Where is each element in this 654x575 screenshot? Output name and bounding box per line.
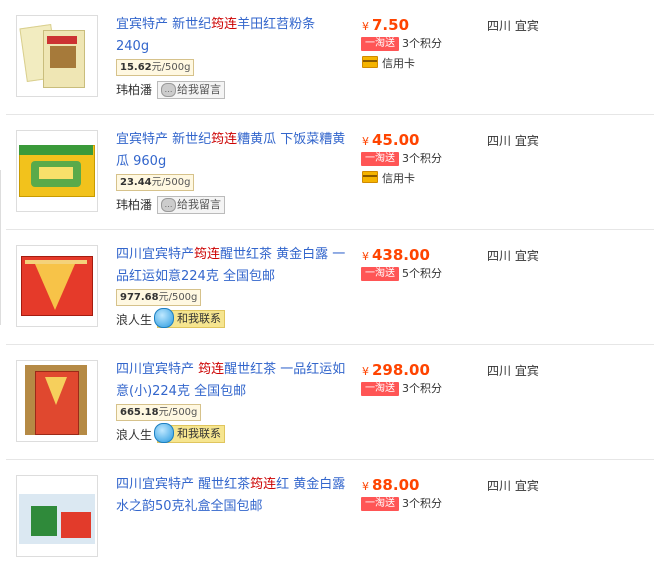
credit-card-icon (362, 171, 378, 183)
promo: 一淘送 3个积分 (361, 152, 442, 166)
location: 四川 宜宾 (487, 364, 539, 378)
seller-name[interactable]: 浪人生 (116, 427, 152, 443)
location: 四川 宜宾 (487, 479, 539, 493)
leave-message-button[interactable]: … 给我留言 (157, 196, 225, 214)
product-image[interactable] (16, 15, 98, 97)
button-label: 和我联系 (177, 312, 221, 325)
product-title[interactable]: 四川宜宾特产 筠连醒世红茶 一品红运如意(小)224克 全国包邮 (116, 359, 348, 403)
unit-price-badge: 665.18元/500g (116, 404, 202, 421)
list-item: 宜宾特产 新世纪筠连羊田红苕粉条 240g 15.62元/500g 玮柏潘 … … (0, 0, 654, 115)
title-text: 四川宜宾特产 (116, 362, 199, 377)
promo-tag[interactable]: 一淘送 (361, 497, 399, 511)
promo-tag[interactable]: 一淘送 (361, 152, 399, 166)
location: 四川 宜宾 (487, 134, 539, 148)
wangwang-icon (154, 308, 174, 328)
list-item: 四川宜宾特产筠连醒世红茶 黄金白露 一品红运如意224克 全国包邮 977.68… (0, 230, 654, 345)
product-title-link[interactable]: 四川宜宾特产 醒世红茶筠连红 黄金白露 水之韵50克礼盒全国包邮 (116, 477, 345, 514)
product-title[interactable]: 四川宜宾特产筠连醒世红茶 黄金白露 一品红运如意224克 全国包邮 (116, 244, 348, 288)
price: ¥438.00 (362, 246, 430, 264)
keyword-highlight: 筠连 (250, 477, 277, 492)
points-text: 3个积分 (402, 37, 442, 50)
promo-tag[interactable]: 一淘送 (361, 37, 399, 51)
points-text: 5个积分 (402, 267, 442, 280)
contact-me-button[interactable]: 和我联系 (154, 308, 225, 328)
product-image[interactable] (16, 360, 98, 442)
product-title-link[interactable]: 宜宾特产 新世纪筠连糟黄瓜 下饭菜糟黄瓜 960g (116, 132, 345, 169)
contact-me-button[interactable]: 和我联系 (154, 423, 225, 443)
price: ¥45.00 (362, 131, 420, 149)
seller-name[interactable]: 玮柏潘 (116, 197, 152, 213)
points-text: 3个积分 (402, 152, 442, 165)
leave-message-button[interactable]: … 给我留言 (157, 81, 225, 99)
product-title[interactable]: 四川宜宾特产 醒世红茶筠连红 黄金白露 水之韵50克礼盒全国包邮 (116, 474, 348, 518)
location: 四川 宜宾 (487, 249, 539, 263)
title-text: 宜宾特产 新世纪 (116, 17, 212, 32)
seller-name[interactable]: 玮柏潘 (116, 82, 152, 98)
promo: 一淘送 3个积分 (361, 37, 442, 51)
keyword-highlight: 筠连 (211, 132, 238, 147)
seller-name[interactable]: 浪人生 (116, 312, 152, 328)
credit-card-payment: 信用卡 (362, 56, 415, 71)
title-text: 四川宜宾特产 (116, 247, 195, 262)
price: ¥88.00 (362, 476, 420, 494)
unit-price-badge: 23.44元/500g (116, 174, 195, 191)
product-title-link[interactable]: 四川宜宾特产筠连醒世红茶 黄金白露 一品红运如意224克 全国包邮 (116, 247, 345, 284)
product-title-link[interactable]: 四川宜宾特产 筠连醒世红茶 一品红运如意(小)224克 全国包邮 (116, 362, 345, 399)
keyword-highlight: 筠连 (211, 17, 238, 32)
price: ¥7.50 (362, 16, 410, 34)
points-text: 3个积分 (402, 382, 442, 395)
wangwang-icon (154, 423, 174, 443)
product-image[interactable] (16, 245, 98, 327)
location: 四川 宜宾 (487, 19, 539, 33)
credit-card-icon (362, 56, 378, 68)
product-title[interactable]: 宜宾特产 新世纪筠连羊田红苕粉条 240g (116, 14, 348, 58)
list-item: 四川宜宾特产 醒世红茶筠连红 黄金白露 水之韵50克礼盒全国包邮 ¥88.00 … (0, 460, 654, 575)
promo: 一淘送 5个积分 (361, 267, 442, 281)
button-label: 给我留言 (177, 83, 221, 96)
unit-price-badge: 977.68元/500g (116, 289, 202, 306)
product-image[interactable] (16, 130, 98, 212)
button-label: 给我留言 (177, 198, 221, 211)
credit-card-payment: 信用卡 (362, 171, 415, 186)
unit-price-badge: 15.62元/500g (116, 59, 195, 76)
title-text: 宜宾特产 新世纪 (116, 132, 212, 147)
button-label: 和我联系 (177, 427, 221, 440)
title-text: 四川宜宾特产 醒世红茶 (116, 477, 251, 492)
keyword-highlight: 筠连 (198, 362, 225, 377)
product-title[interactable]: 宜宾特产 新世纪筠连糟黄瓜 下饭菜糟黄瓜 960g (116, 129, 348, 173)
list-item: 宜宾特产 新世纪筠连糟黄瓜 下饭菜糟黄瓜 960g 23.44元/500g 玮柏… (0, 115, 654, 230)
speech-bubble-icon: … (161, 198, 176, 212)
list-item: 四川宜宾特产 筠连醒世红茶 一品红运如意(小)224克 全国包邮 665.18元… (0, 345, 654, 460)
price: ¥298.00 (362, 361, 430, 379)
product-title-link[interactable]: 宜宾特产 新世纪筠连羊田红苕粉条 240g (116, 17, 315, 54)
keyword-highlight: 筠连 (194, 247, 221, 262)
speech-bubble-icon: … (161, 83, 176, 97)
promo: 一淘送 3个积分 (361, 497, 442, 511)
product-image[interactable] (16, 475, 98, 557)
promo-tag[interactable]: 一淘送 (361, 267, 399, 281)
promo-tag[interactable]: 一淘送 (361, 382, 399, 396)
promo: 一淘送 3个积分 (361, 382, 442, 396)
points-text: 3个积分 (402, 497, 442, 510)
